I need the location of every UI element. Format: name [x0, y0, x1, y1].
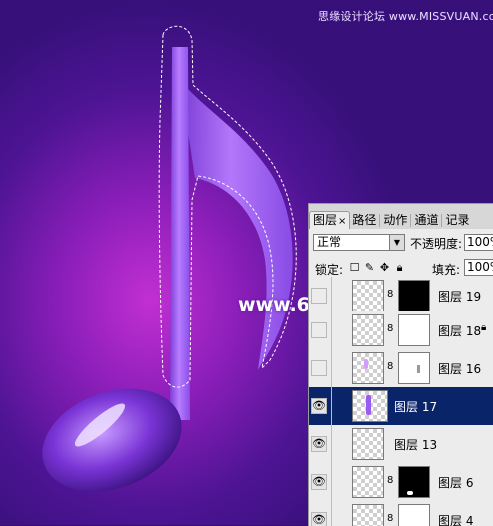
tab-history[interactable]: 记录: [443, 212, 471, 229]
visibility-toggle[interactable]: [311, 322, 327, 338]
layer-mask-thumbnail: [398, 504, 430, 526]
divider: [331, 349, 332, 387]
link-icon: 8: [387, 513, 394, 524]
layer-mask-thumbnail: [398, 352, 430, 384]
panel-tabs: 图层× 路径 动作 通道 记录: [309, 210, 493, 229]
fill-field[interactable]: 100%: [464, 259, 493, 276]
link-icon: 8: [387, 289, 394, 300]
layer-row-selected[interactable]: 👁︎ 图层 17: [309, 387, 493, 426]
layer-name: 图层 13: [394, 438, 438, 452]
lock-paint-icon[interactable]: ✎: [364, 261, 375, 275]
divider: [331, 463, 332, 501]
layer-name: 图层 17: [394, 400, 438, 414]
link-icon: 8: [387, 475, 394, 486]
divider: [331, 311, 332, 349]
fill-label: 填充:: [432, 263, 461, 277]
lock-transparency-icon[interactable]: ☐: [349, 261, 360, 275]
layer-thumbnail: [352, 466, 384, 498]
blend-mode-value: 正常: [317, 235, 342, 249]
layer-thumbnail: [352, 504, 384, 526]
tab-paths[interactable]: 路径: [350, 212, 378, 229]
layer-thumbnail: [352, 314, 384, 346]
layers-panel: 图层× 路径 动作 通道 记录 正常 ▼ 不透明度: 100% 锁定: ☐ ✎ …: [308, 203, 493, 526]
layer-mask-thumbnail: [398, 280, 430, 312]
layer-row[interactable]: 8 图层 18 🔒︎: [309, 311, 493, 350]
tab-separator: [410, 214, 412, 227]
layer-row[interactable]: 👁︎ 8 图层 6: [309, 463, 493, 502]
eye-icon[interactable]: 👁︎: [311, 512, 327, 526]
layer-name: 图层 16: [438, 362, 482, 376]
divider: [331, 501, 332, 526]
layer-row[interactable]: 8 图层 16: [309, 349, 493, 388]
chevron-down-icon[interactable]: ▼: [389, 235, 404, 250]
tab-separator: [441, 214, 443, 227]
layer-thumbnail: [352, 352, 384, 384]
blend-mode-select[interactable]: 正常 ▼: [313, 234, 405, 251]
layer-thumbnail: [352, 390, 388, 422]
lock-icons: ☐ ✎ ✥ 🔒︎: [349, 261, 405, 275]
lock-label: 锁定:: [315, 263, 344, 277]
lock-icon: 🔒︎: [481, 322, 487, 333]
layer-name: 图层 6: [438, 476, 474, 490]
lock-all-icon[interactable]: 🔒︎: [394, 261, 405, 275]
layer-row[interactable]: 👁︎ 8 图层 4: [309, 501, 493, 526]
note-stem: [170, 47, 190, 420]
layer-mask-thumbnail: [398, 466, 430, 498]
link-icon: 8: [387, 323, 394, 334]
layer-thumbnail: [352, 428, 384, 460]
eye-icon[interactable]: 👁︎: [311, 398, 327, 414]
note-flag: [180, 80, 293, 370]
watermark-top: 思缘设计论坛 www.MISSVUAN.com: [318, 10, 493, 23]
lock-move-icon[interactable]: ✥: [379, 261, 390, 275]
opacity-label: 不透明度:: [410, 237, 463, 251]
layer-mask-thumbnail: [398, 314, 430, 346]
eye-icon[interactable]: 👁︎: [311, 436, 327, 452]
visibility-toggle[interactable]: [311, 288, 327, 304]
divider: [331, 277, 332, 315]
tab-layers[interactable]: 图层×: [309, 211, 351, 229]
divider: [331, 387, 332, 425]
layer-row[interactable]: 👁︎ 图层 13: [309, 425, 493, 464]
link-icon: 8: [387, 361, 394, 372]
eye-icon[interactable]: 👁︎: [311, 474, 327, 490]
layer-thumbnail: [352, 280, 384, 312]
tab-channels[interactable]: 通道: [412, 212, 440, 229]
divider: [331, 425, 332, 463]
layer-name: 图层 18: [438, 324, 482, 338]
opacity-field[interactable]: 100%: [464, 234, 493, 251]
visibility-toggle[interactable]: [311, 360, 327, 376]
close-icon[interactable]: ×: [338, 216, 346, 227]
layer-name: 图层 4: [438, 514, 474, 526]
tab-actions[interactable]: 动作: [381, 212, 409, 229]
layer-name: 图层 19: [438, 290, 482, 304]
tab-separator: [379, 214, 381, 227]
tab-label: 图层: [313, 213, 338, 227]
blend-opacity-row: 正常 ▼ 不透明度: 100%: [309, 229, 493, 256]
